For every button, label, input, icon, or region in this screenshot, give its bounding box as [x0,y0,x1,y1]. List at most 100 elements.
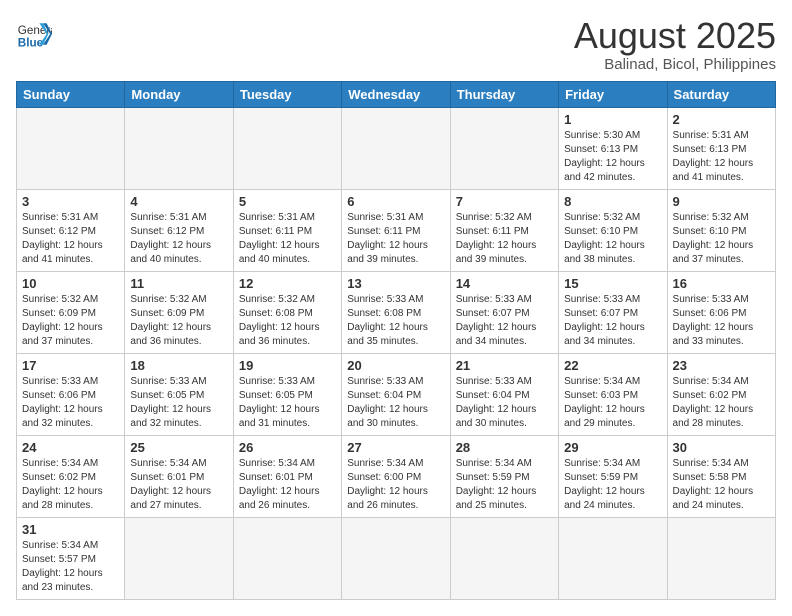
day-number: 24 [22,440,119,455]
calendar-day-cell: 9Sunrise: 5:32 AM Sunset: 6:10 PM Daylig… [667,189,775,271]
day-info: Sunrise: 5:31 AM Sunset: 6:12 PM Dayligh… [130,211,227,267]
day-number: 5 [239,194,336,209]
calendar-day-cell [342,107,450,189]
calendar-day-cell: 23 Sunrise: 5:34 AM Sunset: 6:02 PM Dayli… [667,353,775,435]
logo: General Blue [16,16,52,52]
day-info: Sunrise: 5:34 AM Sunset: 5:59 PM Dayligh… [456,457,553,513]
day-info: Sunrise: 5:34 AM Sunset: 6:02 PM Dayligh… [673,375,770,431]
calendar-day-cell: 19Sunrise: 5:33 AM Sunset: 6:05 PM Dayli… [233,353,341,435]
day-number: 31 [22,522,119,537]
calendar-week-row: 3 Sunrise: 5:31 AM Sunset: 6:12 PM Daylig… [17,189,776,271]
day-number: 2 [673,112,770,127]
calendar-day-cell: 16Sunrise: 5:33 AM Sunset: 6:06 PM Dayli… [667,271,775,353]
calendar-week-row: 24 Sunrise: 5:34 AM Sunset: 6:02 PM Dayli… [17,435,776,517]
day-info: Sunrise: 5:33 AM Sunset: 6:07 PM Dayligh… [456,293,553,349]
calendar-day-cell: 11 Sunrise: 5:32 AM Sunset: 6:09 PM Dayli… [125,271,233,353]
calendar-day-cell: 1Sunrise: 5:30 AM Sunset: 6:13 PM Daylig… [559,107,667,189]
calendar-day-cell: 17 Sunrise: 5:33 AM Sunset: 6:06 PM Dayli… [17,353,125,435]
day-number: 7 [456,194,553,209]
calendar-day-cell: 8Sunrise: 5:32 AM Sunset: 6:10 PM Daylig… [559,189,667,271]
calendar-day-cell [125,107,233,189]
calendar-week-row: 1Sunrise: 5:30 AM Sunset: 6:13 PM Daylig… [17,107,776,189]
day-number: 11 [130,276,227,291]
calendar-day-cell: 15Sunrise: 5:33 AM Sunset: 6:07 PM Dayli… [559,271,667,353]
calendar-day-cell: 10Sunrise: 5:32 AM Sunset: 6:09 PM Dayli… [17,271,125,353]
day-info: Sunrise: 5:33 AM Sunset: 6:08 PM Dayligh… [347,293,444,349]
calendar-day-cell: 21Sunrise: 5:33 AM Sunset: 6:04 PM Dayli… [450,353,558,435]
weekday-header: Friday [559,81,667,107]
day-info: Sunrise: 5:34 AM Sunset: 6:02 PM Dayligh… [22,457,119,513]
day-info: Sunrise: 5:32 AM Sunset: 6:09 PM Dayligh… [130,293,227,349]
day-info: Sunrise: 5:34 AM Sunset: 6:03 PM Dayligh… [564,375,661,431]
weekday-header: Thursday [450,81,558,107]
weekday-header: Wednesday [342,81,450,107]
day-number: 23 [673,358,770,373]
day-number: 27 [347,440,444,455]
calendar-day-cell: 29Sunrise: 5:34 AM Sunset: 5:59 PM Dayli… [559,435,667,517]
calendar-day-cell: 18Sunrise: 5:33 AM Sunset: 6:05 PM Dayli… [125,353,233,435]
day-info: Sunrise: 5:30 AM Sunset: 6:13 PM Dayligh… [564,129,661,185]
day-info: Sunrise: 5:32 AM Sunset: 6:10 PM Dayligh… [564,211,661,267]
weekday-header: Monday [125,81,233,107]
day-info: Sunrise: 5:34 AM Sunset: 5:57 PM Dayligh… [22,539,119,595]
day-info: Sunrise: 5:34 AM Sunset: 5:59 PM Dayligh… [564,457,661,513]
calendar-day-cell: 4 Sunrise: 5:31 AM Sunset: 6:12 PM Daylig… [125,189,233,271]
location-title: Balinad, Bicol, Philippines [574,56,776,73]
page-header: General Blue August 2025 Balinad, Bicol,… [16,16,776,73]
calendar-day-cell: 2 Sunrise: 5:31 AM Sunset: 6:13 PM Daylig… [667,107,775,189]
day-number: 26 [239,440,336,455]
calendar-day-cell: 14Sunrise: 5:33 AM Sunset: 6:07 PM Dayli… [450,271,558,353]
day-info: Sunrise: 5:31 AM Sunset: 6:13 PM Dayligh… [673,129,770,185]
day-info: Sunrise: 5:31 AM Sunset: 6:11 PM Dayligh… [239,211,336,267]
calendar-day-cell: 22 Sunrise: 5:34 AM Sunset: 6:03 PM Dayli… [559,353,667,435]
calendar-day-cell [450,107,558,189]
day-info: Sunrise: 5:31 AM Sunset: 6:12 PM Dayligh… [22,211,119,267]
weekday-header: Tuesday [233,81,341,107]
day-info: Sunrise: 5:33 AM Sunset: 6:06 PM Dayligh… [22,375,119,431]
day-info: Sunrise: 5:32 AM Sunset: 6:09 PM Dayligh… [22,293,119,349]
day-number: 12 [239,276,336,291]
day-number: 6 [347,194,444,209]
calendar-header-row: SundayMondayTuesdayWednesdayThursdayFrid… [17,81,776,107]
calendar-day-cell: 3 Sunrise: 5:31 AM Sunset: 6:12 PM Daylig… [17,189,125,271]
day-info: Sunrise: 5:34 AM Sunset: 6:01 PM Dayligh… [239,457,336,513]
calendar-day-cell [233,517,341,599]
day-info: Sunrise: 5:32 AM Sunset: 6:08 PM Dayligh… [239,293,336,349]
calendar-day-cell: 7 Sunrise: 5:32 AM Sunset: 6:11 PM Daylig… [450,189,558,271]
calendar-week-row: 17 Sunrise: 5:33 AM Sunset: 6:06 PM Dayli… [17,353,776,435]
day-number: 9 [673,194,770,209]
day-number: 22 [564,358,661,373]
calendar-day-cell [450,517,558,599]
calendar-week-row: 10Sunrise: 5:32 AM Sunset: 6:09 PM Dayli… [17,271,776,353]
calendar-table: SundayMondayTuesdayWednesdayThursdayFrid… [16,81,776,600]
day-number: 30 [673,440,770,455]
day-info: Sunrise: 5:34 AM Sunset: 5:58 PM Dayligh… [673,457,770,513]
day-info: Sunrise: 5:33 AM Sunset: 6:05 PM Dayligh… [239,375,336,431]
calendar-day-cell: 28 Sunrise: 5:34 AM Sunset: 5:59 PM Dayli… [450,435,558,517]
calendar-day-cell [559,517,667,599]
weekday-header: Saturday [667,81,775,107]
logo-icon: General Blue [16,16,52,52]
day-number: 18 [130,358,227,373]
day-number: 28 [456,440,553,455]
day-info: Sunrise: 5:33 AM Sunset: 6:04 PM Dayligh… [347,375,444,431]
calendar-day-cell: 13 Sunrise: 5:33 AM Sunset: 6:08 PM Dayli… [342,271,450,353]
calendar-day-cell: 5 Sunrise: 5:31 AM Sunset: 6:11 PM Daylig… [233,189,341,271]
day-info: Sunrise: 5:33 AM Sunset: 6:07 PM Dayligh… [564,293,661,349]
calendar-day-cell [125,517,233,599]
calendar-day-cell [667,517,775,599]
svg-text:Blue: Blue [18,37,44,50]
calendar-day-cell: 30 Sunrise: 5:34 AM Sunset: 5:58 PM Dayli… [667,435,775,517]
day-info: Sunrise: 5:32 AM Sunset: 6:11 PM Dayligh… [456,211,553,267]
day-number: 17 [22,358,119,373]
day-number: 25 [130,440,227,455]
month-title: August 2025 [574,16,776,56]
day-info: Sunrise: 5:33 AM Sunset: 6:04 PM Dayligh… [456,375,553,431]
calendar-day-cell: 25Sunrise: 5:34 AM Sunset: 6:01 PM Dayli… [125,435,233,517]
day-number: 13 [347,276,444,291]
day-number: 4 [130,194,227,209]
calendar-day-cell: 20Sunrise: 5:33 AM Sunset: 6:04 PM Dayli… [342,353,450,435]
day-number: 16 [673,276,770,291]
day-number: 3 [22,194,119,209]
calendar-day-cell: 12 Sunrise: 5:32 AM Sunset: 6:08 PM Dayli… [233,271,341,353]
